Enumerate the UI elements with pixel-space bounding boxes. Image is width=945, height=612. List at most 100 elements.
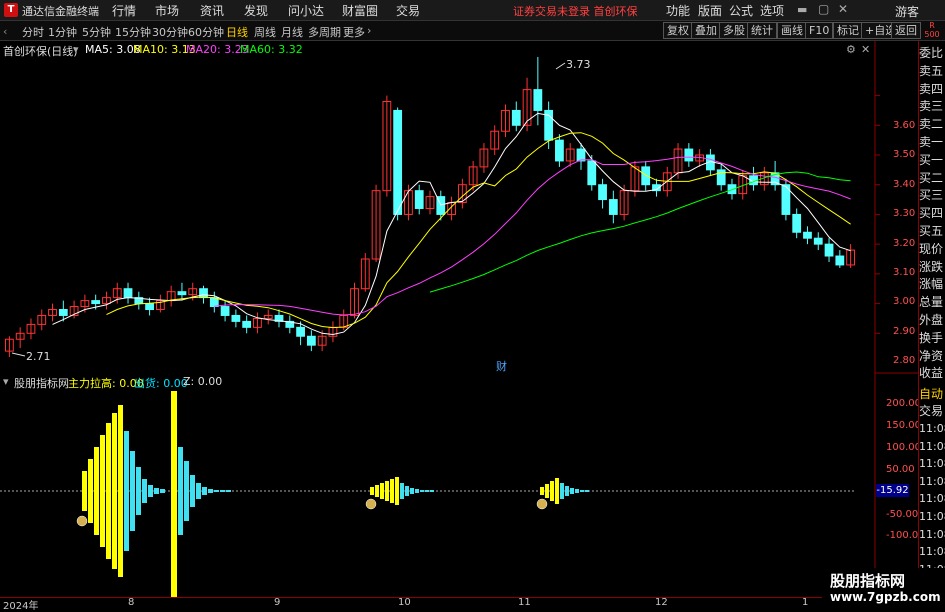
indicator-axis-label: 50.00 [886, 464, 915, 475]
chevron-left-icon[interactable]: ‹ [3, 25, 7, 38]
trade-time: 11:08 [919, 545, 945, 559]
menu-banmian[interactable]: 版面 [698, 2, 722, 19]
menu-jiaoyi[interactable]: 交易 [396, 2, 420, 19]
price-axis-label: 3.10 [893, 267, 916, 278]
signal-d-cyan-bar [570, 488, 574, 494]
indicator-axis-label: 150.00 [886, 420, 921, 431]
candle-body [587, 160, 597, 186]
menu-wenxiaoda[interactable]: 问小达 [288, 2, 324, 19]
signal-a-cyan-bar [142, 479, 147, 503]
app-title: 通达信金融终端 [22, 5, 99, 18]
quote-field-label: 买三 [919, 188, 944, 203]
dropdown-icon[interactable]: ▾ [73, 43, 79, 56]
signal-a-cyan-bar [130, 451, 135, 531]
indicator-title: 股朋指标网 [14, 377, 69, 390]
kline-chart[interactable] [0, 41, 918, 597]
btn-duogu[interactable]: 多股 [719, 22, 749, 39]
signal-a-yellow-bar [106, 423, 111, 559]
menu-gongneng[interactable]: 功能 [666, 2, 690, 19]
btn-tongji[interactable]: 统计 [747, 22, 777, 39]
period-more[interactable]: 更多 [343, 24, 365, 40]
candle-body [598, 184, 607, 201]
signal-d-cyan-bar [565, 486, 569, 496]
trade-label[interactable]: 交易 [919, 404, 945, 419]
quote-field-label: 卖三 [919, 99, 944, 114]
signal-a-yellow-bar [118, 405, 123, 577]
btn-huaxian[interactable]: 画线 [777, 22, 807, 39]
menu-xuanxiang[interactable]: 选项 [760, 2, 784, 19]
period-5min[interactable]: 5分钟 [82, 24, 111, 40]
settings-icon[interactable]: ⚙ [846, 43, 856, 56]
r-badge: R 500 [924, 21, 940, 39]
period-fenshi[interactable]: 分时 [22, 24, 44, 40]
quote-field-label: 卖四 [919, 81, 944, 96]
btn-fuquan[interactable]: 复权 [663, 22, 693, 39]
btn-diejia[interactable]: 叠加 [691, 22, 721, 39]
period-60min[interactable]: 60分钟 [188, 24, 224, 40]
maximize-icon[interactable]: ▢ [818, 2, 829, 16]
menu-shichang[interactable]: 市场 [155, 2, 179, 19]
signal-c-cyan-bar [405, 486, 409, 496]
period-1min[interactable]: 1分钟 [48, 24, 77, 40]
login-warning[interactable]: 证券交易未登录 首创环保 [513, 3, 638, 19]
signal-c-cyan-bar [400, 483, 404, 499]
chevron-right-icon[interactable]: › [367, 24, 371, 37]
high-annotation: 3.73 [566, 58, 591, 71]
quote-field-label: 委比 [919, 46, 944, 60]
quote-field-label: 外盘 [919, 313, 944, 327]
auto-label[interactable]: 自动 [919, 387, 945, 402]
trade-time: 11:08 [919, 492, 945, 506]
candle-body [393, 109, 403, 215]
candle-body [555, 139, 564, 162]
menu-hangqing[interactable]: 行情 [112, 2, 136, 19]
signal-b-cyan-bar [202, 487, 207, 495]
signal-b-cyan-bar [190, 475, 195, 507]
close-icon[interactable]: ✕ [838, 2, 848, 16]
trade-time: 11:08 [919, 510, 945, 523]
menu-gongshi[interactable]: 公式 [729, 2, 753, 19]
menu-caifuquan[interactable]: 财富圈 [342, 2, 378, 19]
signal-a-yellow-bar [82, 471, 87, 511]
quote-field-label: 卖二 [919, 117, 944, 132]
menu-faxian[interactable]: 发现 [244, 2, 268, 19]
quote-field-label: 现价 [919, 241, 944, 256]
candle-body [220, 306, 230, 316]
btn-biaoji[interactable]: 标记 [833, 22, 863, 39]
indicator-dropdown-icon[interactable]: ▾ [3, 375, 9, 388]
menu-zixun[interactable]: 资讯 [200, 2, 224, 19]
signal-c-cyan-bar [415, 489, 419, 493]
period-15min[interactable]: 15分钟 [115, 24, 151, 40]
period-30min[interactable]: 30分钟 [152, 24, 188, 40]
period-day[interactable]: 日线 [226, 24, 248, 40]
candle-body [813, 237, 823, 245]
indicator-line3: Z: 0.00 [183, 375, 223, 388]
signal-b-cyan-bar [220, 490, 225, 492]
x-label-1: 1 [802, 597, 809, 608]
quote-field-label: 涨幅 [919, 277, 944, 292]
candle-body [199, 288, 208, 299]
minimize-icon[interactable]: ▬ [797, 3, 807, 16]
signal-a-cyan-bar [124, 431, 129, 551]
candle-body [608, 199, 618, 215]
signal-b-cyan-bar [208, 489, 213, 493]
period-month[interactable]: 月线 [281, 24, 303, 40]
btn-fanhui[interactable]: 返回 [891, 22, 921, 39]
period-week[interactable]: 周线 [254, 24, 276, 40]
candle-body [533, 89, 543, 111]
price-axis-label: 3.20 [893, 237, 916, 249]
trade-time: 11:08 [919, 439, 945, 453]
signal-d-cyan-bar [580, 490, 584, 492]
btn-f10[interactable]: F10 [805, 22, 834, 39]
signal-a-cyan-bar [160, 489, 165, 493]
signal-c-yellow-bar [380, 483, 384, 499]
close-panel-icon[interactable]: ✕ [861, 43, 870, 56]
low-marker-line [11, 352, 26, 357]
quote-field-label: 总量 [919, 295, 944, 310]
news-marker[interactable]: 财 [496, 358, 507, 374]
signal-b-cyan-bar [196, 483, 201, 499]
price-axis-label: 2.80 [893, 355, 916, 367]
guest-label[interactable]: 游客 [895, 3, 919, 20]
money-bag-icon [76, 515, 88, 527]
price-axis-label: 3.40 [893, 178, 916, 190]
period-multi[interactable]: 多周期 [308, 24, 341, 40]
